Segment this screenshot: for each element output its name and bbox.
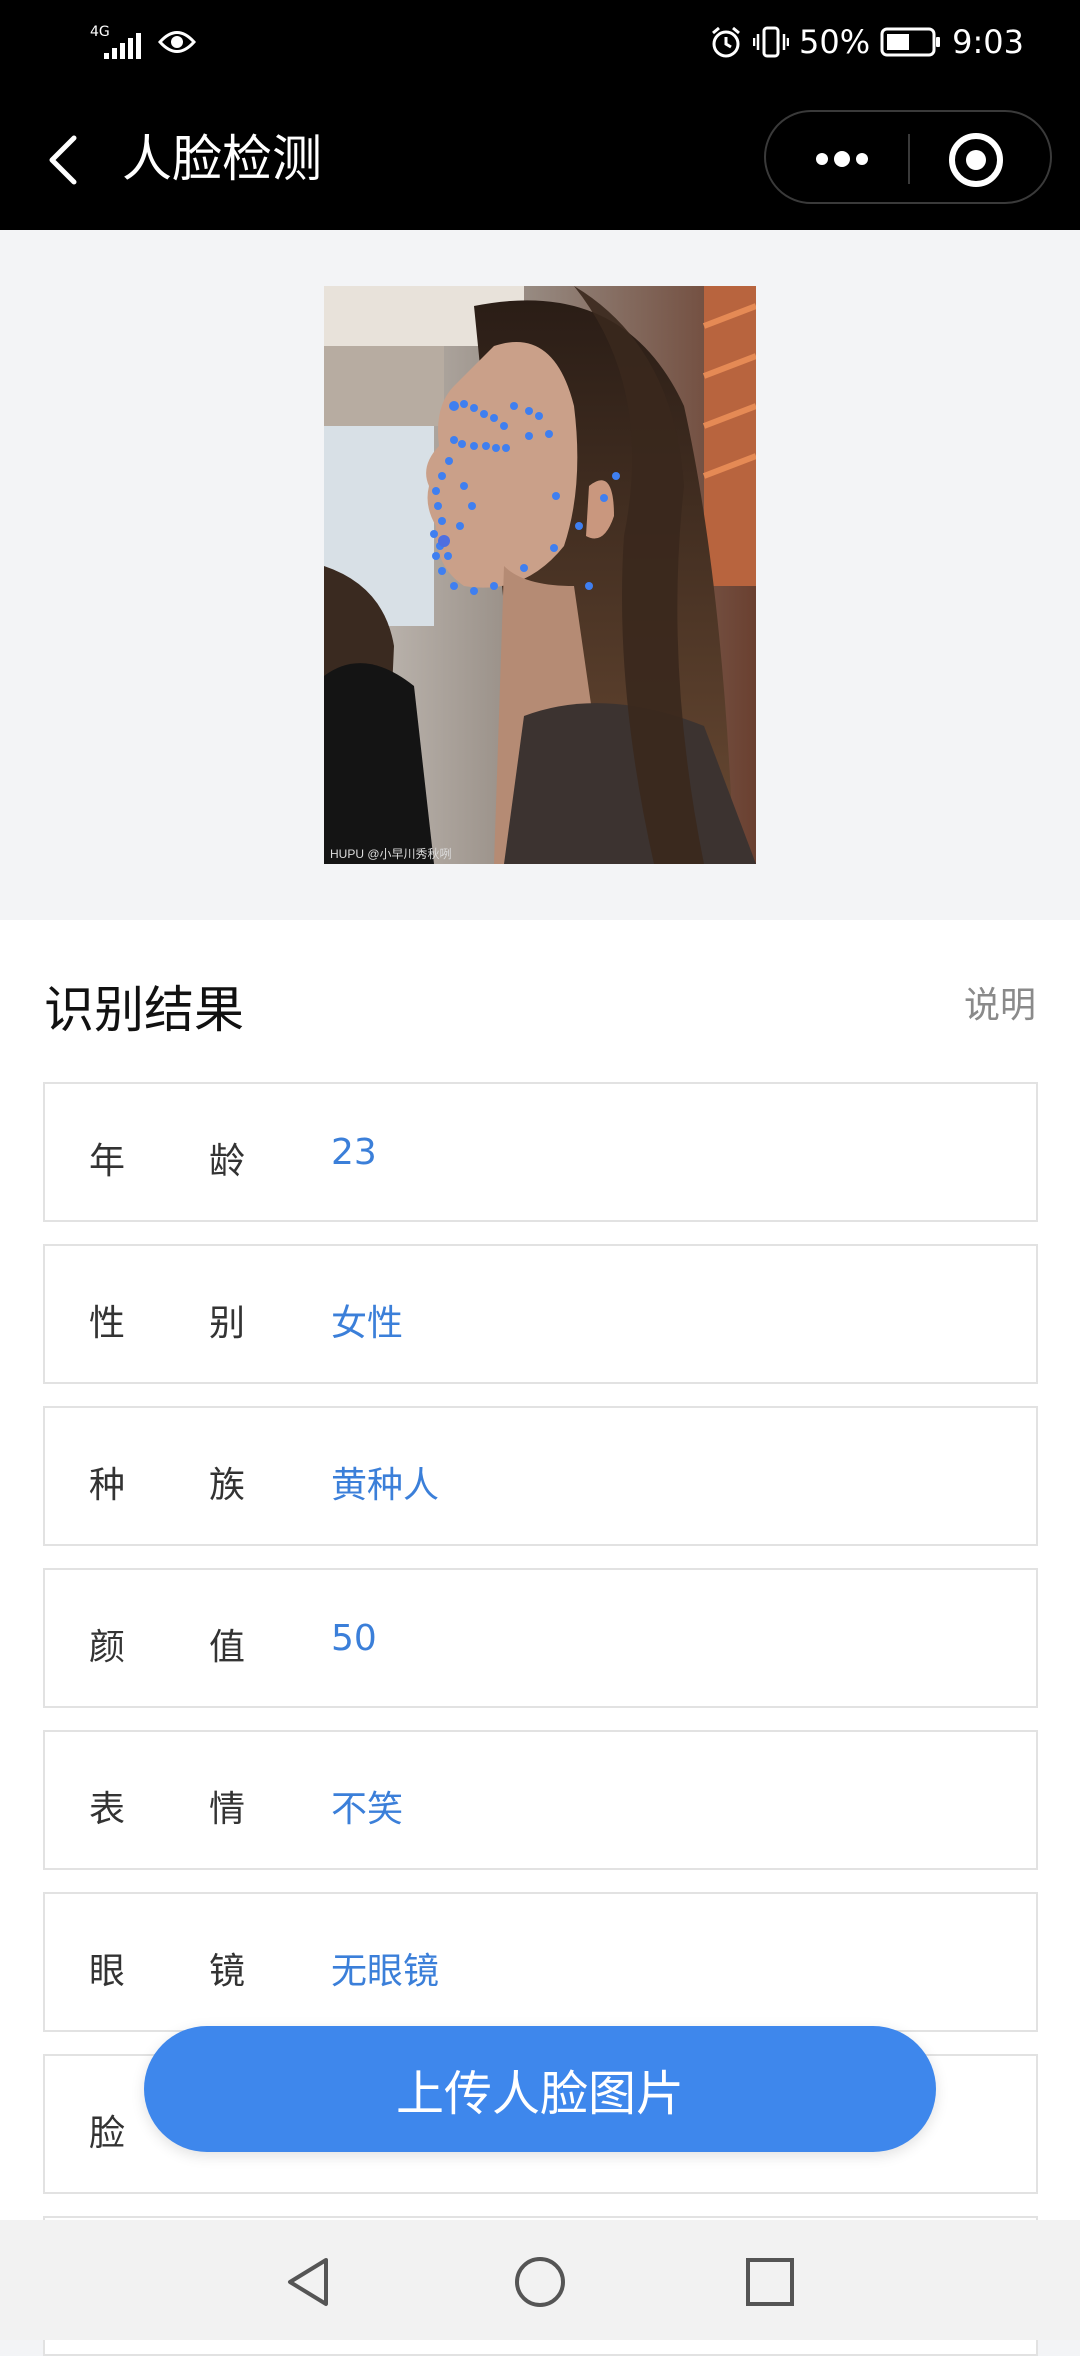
system-nav-bar	[0, 2220, 1080, 2340]
back-arrow-icon	[49, 135, 77, 185]
nav-home-button[interactable]	[512, 2254, 568, 2310]
row-label-char-1: 表	[89, 1789, 126, 1830]
face-photo: HUPU @小早川秀秋咧	[324, 286, 756, 864]
vibrate-icon	[753, 26, 790, 58]
row-value: 不笑	[331, 1789, 404, 1830]
row-value: 无眼镜	[331, 1951, 440, 1992]
target-close-icon	[949, 133, 1003, 187]
row-value: 女性	[331, 1303, 404, 1344]
row-value: 黄种人	[331, 1465, 440, 1506]
battery-icon	[880, 27, 941, 57]
capsule-divider	[908, 134, 910, 184]
nav-recent-button[interactable]	[742, 2254, 798, 2310]
upload-face-image-button[interactable]: 上传人脸图片	[144, 2026, 936, 2152]
row-label-char-1: 年	[89, 1141, 126, 1182]
battery-percent: 50%	[799, 23, 871, 61]
nav-recent-icon	[746, 2258, 794, 2306]
close-mini-program-button[interactable]	[946, 130, 1006, 190]
row-label-char-2: 值	[209, 1627, 246, 1668]
clock: 9:03	[952, 23, 1024, 61]
result-row-gender: 性 别 女性	[43, 1244, 1038, 1384]
row-label-char-2: 族	[209, 1465, 246, 1506]
row-label-char-1: 眼	[89, 1951, 126, 1992]
row-label-char-1: 颜	[89, 1627, 126, 1668]
result-row-beauty: 颜 值 50	[43, 1568, 1038, 1708]
result-row-race: 种 族 黄种人	[43, 1406, 1038, 1546]
row-label-char-2: 别	[209, 1303, 246, 1344]
signal-icon: 4G	[90, 25, 144, 59]
nav-back-button[interactable]	[282, 2254, 338, 2310]
status-bar: 4G 50% 9:03	[0, 0, 1080, 84]
row-value: 50	[331, 1618, 377, 1659]
results-title: 识别结果	[44, 981, 244, 1039]
row-value: 23	[331, 1132, 377, 1173]
results-section: 识别结果 说明 年 龄 23 性 别 女性 种 族 黄种人 颜 值 50 表 情…	[0, 920, 1080, 2356]
page-title: 人脸检测	[122, 130, 322, 188]
title-bar: 人脸检测	[0, 84, 1080, 230]
row-label-char-2: 情	[209, 1789, 246, 1830]
row-label-char-1: 性	[89, 1303, 126, 1344]
row-label-char-2: 镜	[209, 1951, 246, 1992]
row-label-char-1: 种	[89, 1465, 126, 1506]
back-button[interactable]	[40, 124, 100, 194]
more-dots-icon	[816, 151, 868, 167]
mini-program-capsule	[764, 110, 1052, 204]
help-link[interactable]: 说明	[964, 976, 1036, 1028]
photo-credit: HUPU @小早川秀秋咧	[330, 847, 452, 861]
eye-icon	[158, 31, 196, 53]
more-button[interactable]	[802, 134, 882, 184]
result-row-glasses: 眼 镜 无眼镜	[43, 1892, 1038, 2032]
nav-home-icon	[515, 2257, 565, 2307]
row-label-char-1: 脸	[89, 2113, 126, 2154]
result-row-age: 年 龄 23	[43, 1082, 1038, 1222]
alarm-icon	[712, 26, 740, 58]
result-row-expression: 表 情 不笑	[43, 1730, 1038, 1870]
row-label-char-2: 龄	[209, 1141, 246, 1182]
face-photo-image: HUPU @小早川秀秋咧	[324, 286, 756, 864]
photo-area: HUPU @小早川秀秋咧	[0, 230, 1080, 920]
nav-back-icon	[288, 2258, 328, 2306]
